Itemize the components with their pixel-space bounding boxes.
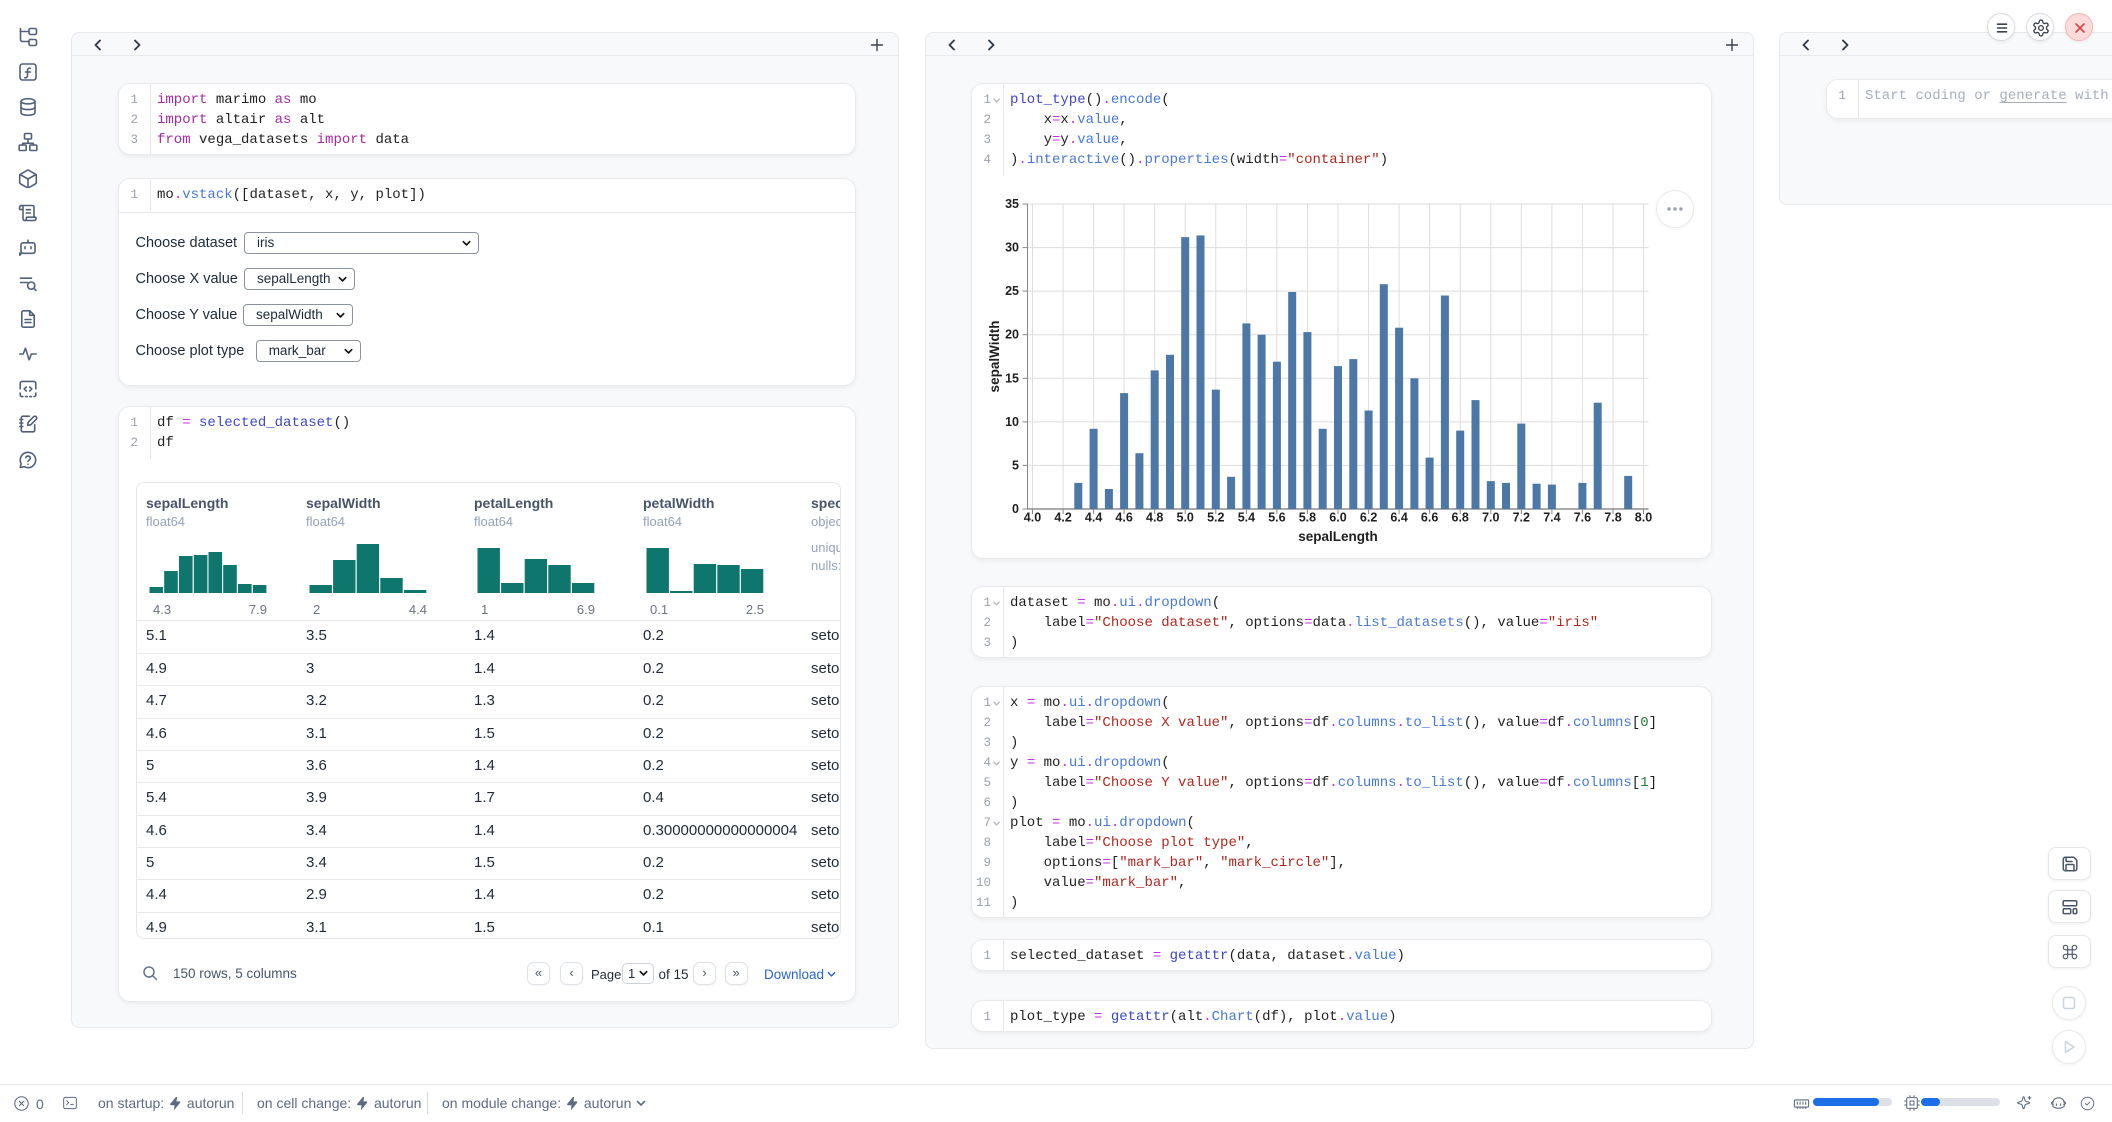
svg-text:15: 15 <box>1005 371 1019 385</box>
svg-text:5: 5 <box>1012 458 1019 472</box>
svg-text:7.0: 7.0 <box>1482 511 1499 525</box>
svg-text:20: 20 <box>1005 328 1019 342</box>
svg-text:25: 25 <box>1005 284 1019 298</box>
svg-text:0: 0 <box>1012 502 1019 516</box>
svg-text:6.4: 6.4 <box>1390 511 1407 525</box>
svg-text:7.2: 7.2 <box>1513 511 1530 525</box>
svg-text:7.4: 7.4 <box>1543 511 1560 525</box>
svg-text:4.4: 4.4 <box>1085 511 1102 525</box>
svg-text:4.8: 4.8 <box>1146 511 1163 525</box>
svg-text:6.8: 6.8 <box>1452 511 1469 525</box>
svg-text:30: 30 <box>1005 241 1019 255</box>
svg-text:7.6: 7.6 <box>1574 511 1591 525</box>
svg-text:sepalLength: sepalLength <box>1298 529 1378 544</box>
svg-text:8.0: 8.0 <box>1635 511 1652 525</box>
svg-text:5.2: 5.2 <box>1207 511 1224 525</box>
svg-text:5.6: 5.6 <box>1268 511 1285 525</box>
svg-text:7.8: 7.8 <box>1604 511 1621 525</box>
svg-text:sepalWidth: sepalWidth <box>987 321 1002 393</box>
svg-text:4.2: 4.2 <box>1054 511 1071 525</box>
svg-text:5.0: 5.0 <box>1177 511 1194 525</box>
svg-text:35: 35 <box>1005 197 1019 211</box>
svg-text:10: 10 <box>1005 415 1019 429</box>
svg-text:5.8: 5.8 <box>1299 511 1316 525</box>
svg-text:4.6: 4.6 <box>1115 511 1132 525</box>
svg-text:5.4: 5.4 <box>1238 511 1255 525</box>
svg-text:4.0: 4.0 <box>1024 511 1041 525</box>
svg-text:6.6: 6.6 <box>1421 511 1438 525</box>
svg-text:6.0: 6.0 <box>1329 511 1346 525</box>
svg-text:6.2: 6.2 <box>1360 511 1377 525</box>
